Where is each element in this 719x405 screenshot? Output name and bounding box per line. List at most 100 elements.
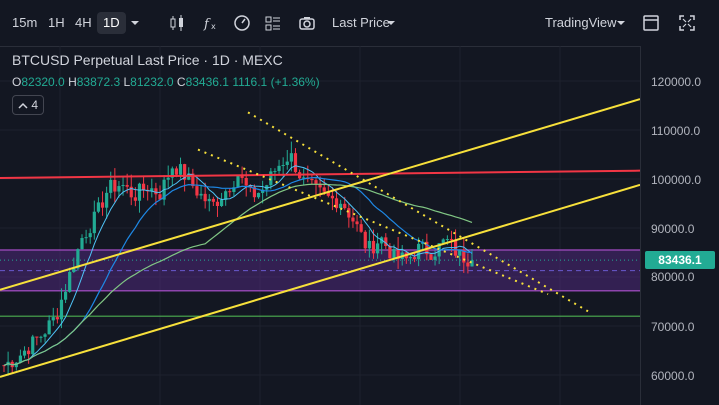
candle-body <box>351 217 355 222</box>
candle-body <box>88 233 92 238</box>
candle-body <box>310 178 314 181</box>
price-type-dropdown-icon[interactable] <box>382 14 400 32</box>
candle-body <box>466 262 470 267</box>
candle-body <box>109 179 113 193</box>
candle-body <box>314 180 318 184</box>
candle-body <box>27 350 31 355</box>
candle-body <box>31 336 35 355</box>
candle-body <box>105 192 109 208</box>
candle-body <box>141 183 146 190</box>
candle-body <box>195 186 199 196</box>
candle-body <box>178 164 183 175</box>
candle-body <box>55 317 59 320</box>
candle-body <box>22 350 27 356</box>
candle-body <box>256 192 261 198</box>
indicators-count: 4 <box>31 98 39 112</box>
indicators-icon[interactable]: fx <box>202 14 220 32</box>
interval-4h[interactable]: 4H <box>75 12 92 34</box>
candle-body <box>203 193 207 202</box>
candle-body <box>375 243 380 254</box>
candle-body <box>347 208 351 218</box>
candle-body <box>35 336 39 338</box>
chevron-up-icon <box>18 102 28 109</box>
candle-body <box>236 175 240 188</box>
candle-body <box>96 202 101 212</box>
open-value: 82320.0 <box>21 75 65 89</box>
fullscreen-icon[interactable] <box>678 14 696 32</box>
candle-body <box>449 239 454 241</box>
interval-dropdown-icon[interactable] <box>126 14 144 32</box>
chart-canvas[interactable] <box>0 46 640 405</box>
candle-body <box>343 203 347 209</box>
candle-body <box>363 231 367 249</box>
candle-body <box>43 334 47 337</box>
candle-body <box>412 257 417 260</box>
candle-body <box>388 246 392 259</box>
window-icon[interactable] <box>642 14 660 32</box>
candle-body <box>219 199 224 207</box>
candle-body <box>273 171 277 173</box>
candle-body <box>359 224 363 232</box>
svg-text:f: f <box>203 17 211 32</box>
svg-text:x: x <box>211 22 216 31</box>
current-price-tag: 83436.1 <box>645 251 715 269</box>
candle-body <box>211 198 215 202</box>
change-value: 1116.1 (+1.36%) <box>232 75 320 89</box>
candle-body <box>39 336 43 338</box>
interval-1h[interactable]: 1H <box>48 12 65 34</box>
interval-1d[interactable]: 1D <box>97 12 126 34</box>
candle-body <box>322 187 326 192</box>
price-tick-label: 70000.0 <box>651 320 695 334</box>
symbol-title[interactable]: BTCUSD Perpetual Last Price · 1D · MEXC <box>12 52 283 68</box>
interval-15m[interactable]: 15m <box>12 12 37 34</box>
candle-body <box>285 161 289 165</box>
low-value: 81232.0 <box>130 75 174 89</box>
price-axis[interactable]: 120000.0 110000.0 100000.0 90000.0 80000… <box>640 46 719 405</box>
price-tick-label: 110000.0 <box>651 124 701 138</box>
candle-body <box>84 237 88 239</box>
candle-body <box>51 317 55 321</box>
candle-body <box>100 202 105 208</box>
candle-type-icon[interactable] <box>168 14 186 32</box>
price-tick-label: 100000.0 <box>651 173 702 187</box>
candle-body <box>207 198 211 202</box>
speedometer-icon[interactable] <box>233 14 251 32</box>
candle-body <box>199 193 203 196</box>
tradingview-select[interactable]: TradingView <box>545 12 617 34</box>
candle-body <box>392 248 396 259</box>
candle-body <box>117 186 121 192</box>
indicators-toggle-button[interactable]: 4 <box>12 95 44 115</box>
candle-body <box>215 201 220 207</box>
tradingview-dropdown-icon[interactable] <box>612 14 630 32</box>
camera-icon[interactable] <box>298 14 316 32</box>
top-toolbar: 15m 1H 4H 1D fx Last Price TradingView <box>0 0 719 47</box>
candle-body <box>433 256 437 260</box>
price-tick-label: 120000.0 <box>651 75 702 89</box>
candle-body <box>154 188 158 195</box>
candle-body <box>68 271 72 292</box>
candle-body <box>408 257 413 259</box>
candle-body <box>244 177 248 186</box>
candle-body <box>113 179 117 192</box>
candle-body <box>137 183 142 201</box>
price-tick-label: 60000.0 <box>651 369 695 383</box>
price-tick-label: 80000.0 <box>651 270 695 284</box>
candle-body <box>166 177 170 180</box>
candle-body <box>59 299 64 320</box>
layout-grid-icon[interactable] <box>264 14 282 32</box>
candle-body <box>92 211 96 234</box>
candle-body <box>371 240 376 254</box>
candle-body <box>277 165 281 172</box>
candle-body <box>355 221 359 225</box>
candle-body <box>289 153 293 162</box>
ohlc-values: O82320.0 H83872.3 L81232.0 C83436.1 1116… <box>12 75 320 89</box>
high-value: 83872.3 <box>76 75 121 89</box>
candle-body <box>133 197 137 201</box>
candle-body <box>125 184 129 187</box>
chart-pane[interactable] <box>0 46 640 405</box>
candle-body <box>174 168 179 175</box>
candle-body <box>63 291 68 300</box>
candle-body <box>228 191 232 193</box>
candle-body <box>293 153 298 173</box>
candle-body <box>121 184 125 187</box>
